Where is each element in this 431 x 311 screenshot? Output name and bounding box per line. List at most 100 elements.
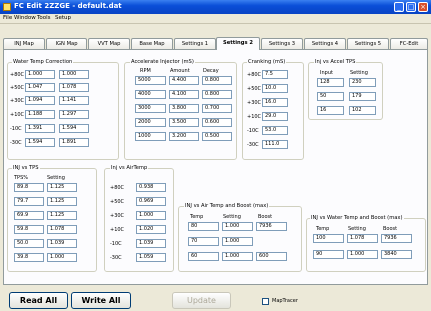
water-temp-label: +30C [10,98,25,104]
inj-air-boost-temp-cell[interactable]: 60 [188,252,219,261]
water-temp-label: +80C [10,72,25,78]
inj-air-boost-setting-cell[interactable]: 1.000 [222,222,253,231]
inj-tps-setting-cell[interactable]: 1.125 [47,197,77,206]
tab-settings-2[interactable]: Settings 2 [216,37,260,50]
water-temp-a-cell[interactable]: 1.094 [25,96,55,105]
update-button[interactable]: Update [172,292,231,309]
water-temp-a-cell[interactable]: 1.391 [25,124,55,133]
inj-tps-tps-cell[interactable]: 59.8 [14,225,44,234]
accel-rpm-cell[interactable]: 3000 [135,104,166,113]
cranking-cell[interactable]: 16.0 [262,98,288,107]
inj-airtemp-cell[interactable]: 1.000 [136,211,166,220]
inj-water-boost-setting-cell[interactable]: 1.078 [347,234,378,243]
accel-decay-cell[interactable]: 0.700 [202,104,232,113]
cranking-label: -10C [247,128,259,134]
accel-rpm-cell[interactable]: 2000 [135,118,166,127]
tab-settings-1[interactable]: Settings 1 [174,38,216,49]
inj-water-boost-setting-cell[interactable]: 1.000 [347,250,378,259]
inj-tps-setting-cell[interactable]: 1.125 [47,211,77,220]
accel-rpm-cell[interactable]: 4000 [135,90,166,99]
inj-accel-input-cell[interactable]: 50 [317,92,344,101]
menu-tools[interactable]: Tools [37,15,51,21]
bottom-bar: Read All Write All Update MapTracer [0,288,431,311]
accel-decay-cell[interactable]: 0.500 [202,132,232,141]
inj-tps-tps-cell[interactable]: 39.8 [14,253,44,262]
inj-air-boost-setting-cell[interactable]: 1.000 [222,237,253,246]
inj-accel-setting-cell[interactable]: 230 [349,78,376,87]
inj-accel-setting-header: Setting [350,70,368,76]
accel-amount-cell[interactable]: 4.100 [169,90,199,99]
water-temp-a-cell[interactable]: 1.047 [25,83,55,92]
inj-water-boost-boost-cell[interactable]: 3840 [381,250,412,259]
inj-accel-setting-cell[interactable]: 102 [349,106,376,115]
tab-ign-map[interactable]: IGN Map [46,38,87,49]
inj-tps-tps-cell[interactable]: 50.0 [14,239,44,248]
inj-airtemp-cell[interactable]: 1.020 [136,225,166,234]
tab-fc-edit[interactable]: FC-Edit [390,38,428,49]
cranking-cell[interactable]: 7.5 [262,70,288,79]
inj-tps-tps-cell[interactable]: 69.9 [14,211,44,220]
inj-air-boost-setting-cell[interactable]: 1.000 [222,252,253,261]
inj-tps-setting-cell[interactable]: 1.000 [47,253,77,262]
inj-accel-setting-cell[interactable]: 179 [349,92,376,101]
inj-accel-input-cell[interactable]: 16 [317,106,344,115]
tab-base-map[interactable]: Base Map [131,38,173,49]
write-all-button[interactable]: Write All [71,292,131,309]
menu-file[interactable]: File [3,15,12,21]
cranking-cell[interactable]: 53.0 [262,126,288,135]
inj-tps-tps-cell[interactable]: 79.7 [14,197,44,206]
water-temp-b-cell[interactable]: 1.000 [59,70,89,79]
tab-settings-5[interactable]: Settings 5 [347,38,389,49]
accel-rpm-cell[interactable]: 5000 [135,76,166,85]
inj-air-boost-temp-cell[interactable]: 80 [188,222,219,231]
inj-tps-tps-cell[interactable]: 89.8 [14,183,44,192]
accel-amount-cell[interactable]: 3.200 [169,132,199,141]
inj-tps-setting-cell[interactable]: 1.039 [47,239,77,248]
water-temp-a-cell[interactable]: 1.000 [25,70,55,79]
accel-amount-cell[interactable]: 4.400 [169,76,199,85]
accel-amount-cell[interactable]: 3.500 [169,118,199,127]
inj-tps-setting-cell[interactable]: 1.078 [47,225,77,234]
maptracer-checkbox[interactable] [262,298,269,305]
menu-window[interactable]: Window [14,15,36,21]
inj-air-boost-title: INJ vs Air Temp and Boost (max) [184,203,270,209]
inj-accel-input-cell[interactable]: 128 [317,78,344,87]
inj-airtemp-cell[interactable]: 1.039 [136,239,166,248]
inj-tps-setting-cell[interactable]: 1.125 [47,183,77,192]
window-title: FC Edit 2ZZGE - default.dat [14,2,122,10]
accel-amount-cell[interactable]: 3.800 [169,104,199,113]
cranking-cell[interactable]: 111.0 [262,140,288,149]
tab-settings-4[interactable]: Settings 4 [304,38,346,49]
cranking-label: -30C [247,142,259,148]
tab-vvt-map[interactable]: VVT Map [88,38,130,49]
water-temp-a-cell[interactable]: 1.188 [25,110,55,119]
water-temp-b-cell[interactable]: 1.078 [59,83,89,92]
inj-water-boost-temp-cell[interactable]: 100 [313,234,344,243]
water-temp-b-cell[interactable]: 1.297 [59,110,89,119]
tab-settings-3[interactable]: Settings 3 [261,38,303,49]
cranking-cell[interactable]: 10.0 [262,84,288,93]
accel-decay-cell[interactable]: 0.800 [202,76,232,85]
cranking-cell[interactable]: 29.0 [262,112,288,121]
water-temp-b-cell[interactable]: 1.594 [59,124,89,133]
menu-setup[interactable]: Setup [55,15,71,21]
inj-air-boost-boost-cell[interactable]: 600 [256,252,287,261]
inj-airtemp-cell[interactable]: 0.938 [136,183,166,192]
inj-water-boost-temp-cell[interactable]: 90 [313,250,344,259]
inj-airtemp-cell[interactable]: 1.059 [136,253,166,262]
accel-decay-cell[interactable]: 0.600 [202,118,232,127]
accel-decay-cell[interactable]: 0.800 [202,90,232,99]
inj-water-boost-boost-cell[interactable]: 7936 [381,234,412,243]
inj-airtemp-cell[interactable]: 0.969 [136,197,166,206]
minimize-button[interactable]: _ [394,2,404,12]
water-temp-b-cell[interactable]: 1.141 [59,96,89,105]
water-temp-a-cell[interactable]: 1.594 [25,138,55,147]
water-temp-b-cell[interactable]: 1.891 [59,138,89,147]
tab-inj-map[interactable]: INJ Map [3,38,45,49]
accel-rpm-cell[interactable]: 1000 [135,132,166,141]
read-all-button[interactable]: Read All [9,292,68,309]
inj-air-boost-boost-cell[interactable]: 7936 [256,222,287,231]
close-button[interactable]: × [418,2,428,12]
inj-air-boost-temp-cell[interactable]: 70 [188,237,219,246]
maximize-button[interactable]: □ [406,2,416,12]
